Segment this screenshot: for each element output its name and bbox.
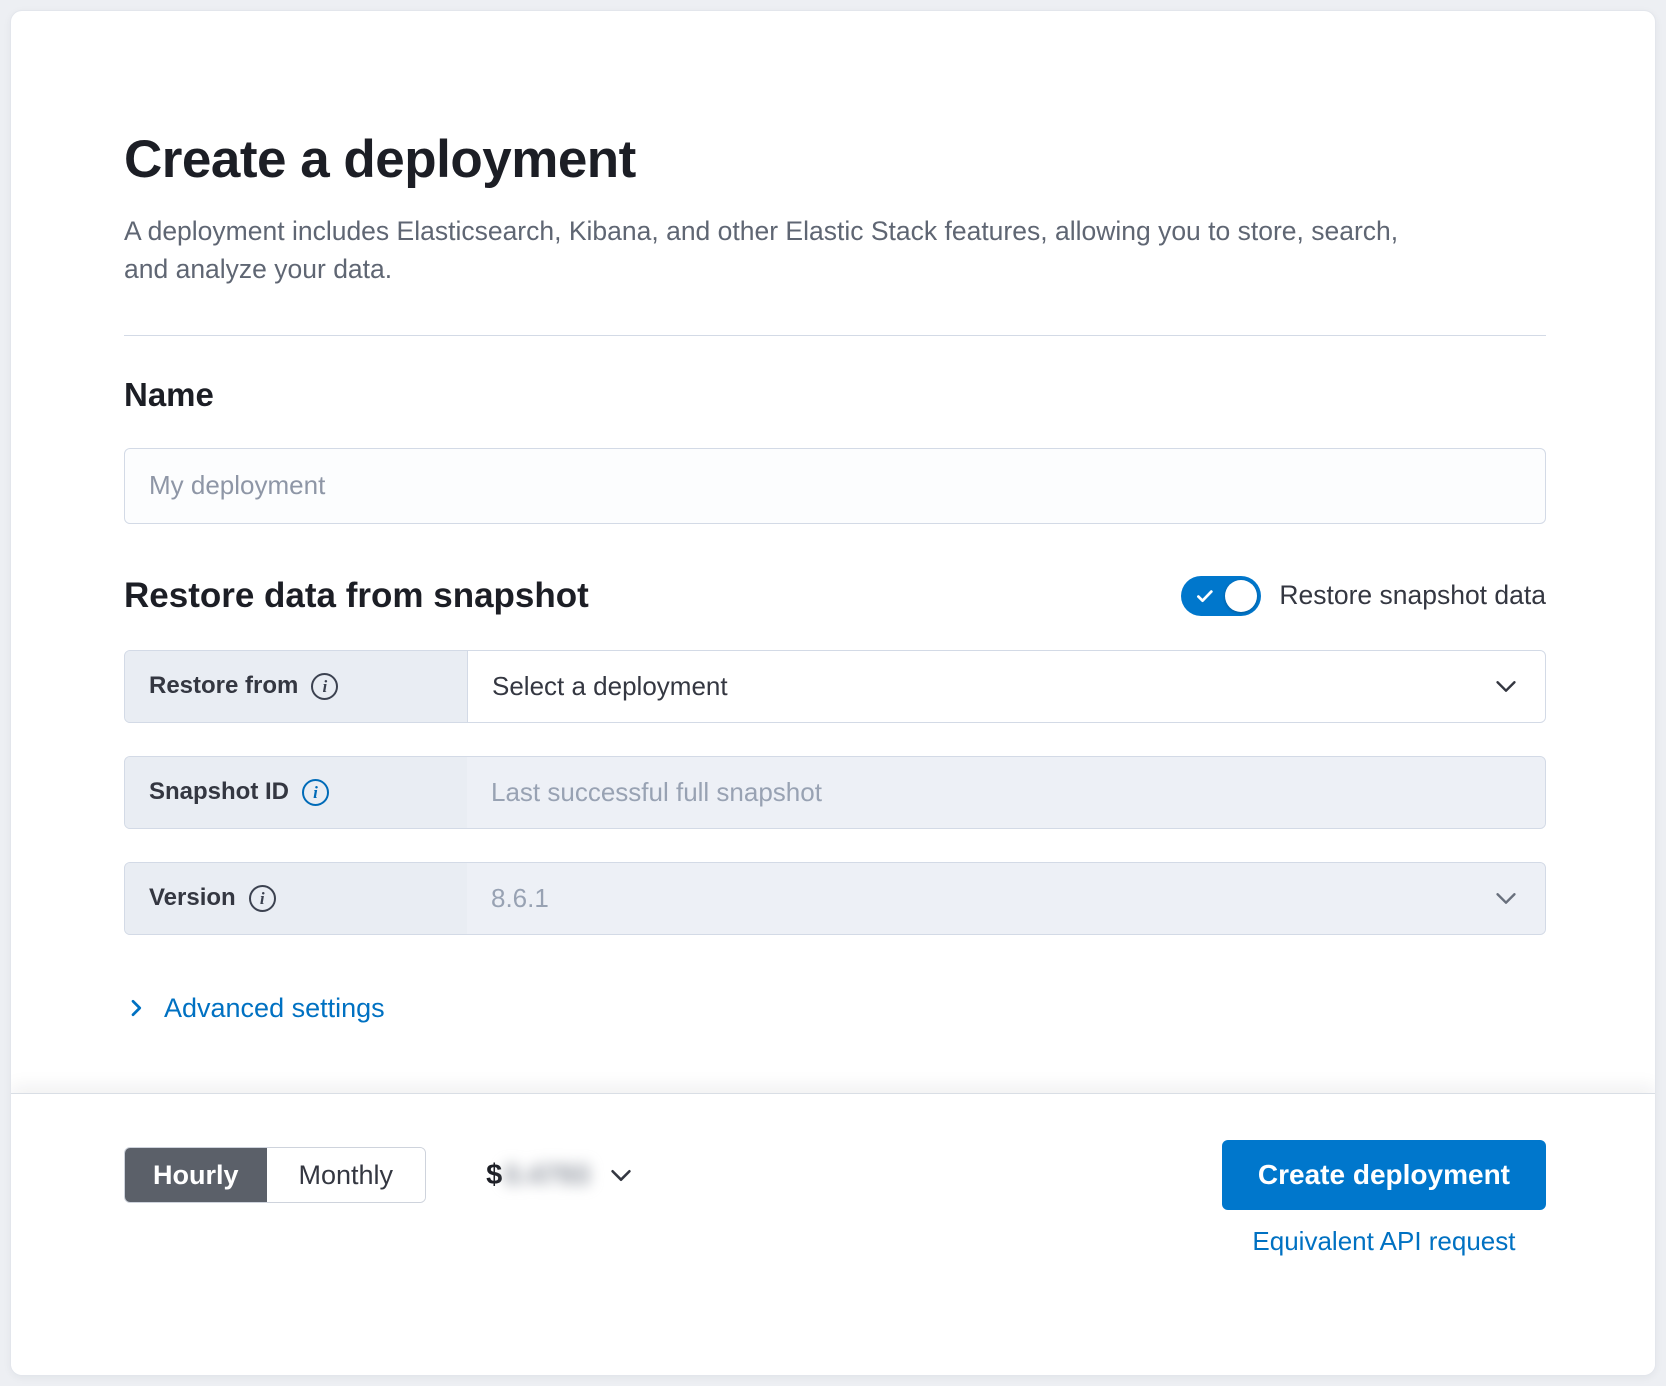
restore-snapshot-toggle[interactable] (1181, 576, 1261, 616)
toggle-label: Restore snapshot data (1279, 580, 1546, 611)
footer-bar: Hourly Monthly $ 0.4793 Create deploymen… (11, 1093, 1655, 1375)
select-value: 8.6.1 (491, 883, 549, 914)
version-row: Version i 8.6.1 (124, 862, 1546, 935)
advanced-settings-link[interactable]: Advanced settings (124, 993, 385, 1024)
restore-from-label: Restore from i (125, 651, 467, 722)
submit-cluster: Create deployment Equivalent API request (1222, 1140, 1546, 1257)
info-icon[interactable]: i (249, 885, 276, 912)
restore-from-select[interactable]: Select a deployment (467, 651, 1545, 722)
advanced-settings-label: Advanced settings (164, 993, 385, 1024)
page-subtitle: A deployment includes Elasticsearch, Kib… (124, 212, 1409, 289)
billing-interval-group: Hourly Monthly (124, 1147, 426, 1203)
hourly-button[interactable]: Hourly (125, 1148, 267, 1202)
info-icon[interactable]: i (311, 673, 338, 700)
chevron-right-icon (124, 996, 148, 1020)
select-value: Select a deployment (492, 671, 728, 702)
deployment-name-input[interactable] (124, 448, 1546, 524)
row-label-text: Snapshot ID (149, 778, 289, 806)
create-deployment-card: Create a deployment A deployment include… (10, 10, 1656, 1376)
main-content: Create a deployment A deployment include… (11, 11, 1655, 1093)
restore-section-header: Restore data from snapshot Restore snaps… (124, 576, 1546, 616)
snapshot-id-label: Snapshot ID i (125, 757, 467, 828)
equivalent-api-request-link[interactable]: Equivalent API request (1252, 1226, 1515, 1257)
divider (124, 335, 1546, 336)
snapshot-id-input (467, 757, 1545, 828)
chevron-down-icon (1491, 883, 1521, 913)
chevron-down-icon (1491, 671, 1521, 701)
snapshot-id-row: Snapshot ID i (124, 756, 1546, 829)
billing-cluster: Hourly Monthly $ 0.4793 (124, 1140, 636, 1210)
chevron-down-icon (606, 1160, 636, 1190)
version-select: 8.6.1 (467, 863, 1545, 934)
row-label-text: Restore from (149, 672, 298, 700)
row-label-text: Version (149, 884, 236, 912)
check-icon (1194, 585, 1216, 607)
price-popover-button[interactable]: $ 0.4793 (486, 1159, 636, 1192)
page-title: Create a deployment (124, 129, 1546, 190)
toggle-knob (1225, 580, 1257, 612)
restore-heading: Restore data from snapshot (124, 576, 589, 616)
monthly-button[interactable]: Monthly (267, 1148, 426, 1202)
info-icon[interactable]: i (302, 779, 329, 806)
price-amount-obscured: 0.4793 (504, 1159, 590, 1191)
restore-from-row: Restore from i Select a deployment (124, 650, 1546, 723)
restore-toggle-group: Restore snapshot data (1181, 576, 1546, 616)
name-heading: Name (124, 376, 1546, 414)
version-label: Version i (125, 863, 467, 934)
create-deployment-button[interactable]: Create deployment (1222, 1140, 1546, 1210)
price-currency: $ (486, 1159, 502, 1192)
